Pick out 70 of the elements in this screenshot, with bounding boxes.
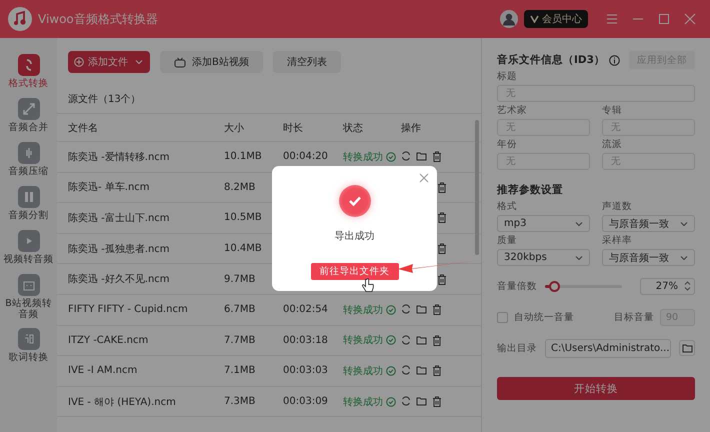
status-text: 转换成功 [343,334,383,348]
field-label: 艺术家 [497,104,528,117]
column-header: 状态 [343,122,364,134]
file-size: 10.5MB [224,212,263,224]
field-label: 采样率 [602,234,633,247]
file-name: ITZY -CAKE.ncm [68,334,150,346]
sidebar-item[interactable]: 音频合并 [2,98,56,134]
file-size: 6.7MB [224,304,256,316]
sidebar-item[interactable]: 格式转换 [2,54,56,90]
file-name: IVE -I AM.ncm [68,365,138,376]
file-name: IVE - 해야 (HEYA).ncm [68,396,177,409]
duration: 00:03:18 [283,334,329,346]
select-field[interactable]: 与原音频一致 [602,249,695,266]
status-text: 转换成功 [343,304,383,317]
select-field[interactable]: 与原音频一致 [602,215,695,232]
field-label: 声道数 [602,200,633,213]
select-field[interactable]: 320kbps [497,249,590,266]
file-size: 7.1MB [224,365,256,376]
start-convert-button[interactable]: 开始转换 [497,377,695,400]
status-text: 转换成功 [343,396,383,409]
auto-volume-label: 自动统一音量 [514,310,575,324]
column-header: 操作 [401,122,422,134]
sidebar-item[interactable]: 视频转音频 [2,230,56,266]
field-label: 格式 [497,200,518,213]
file-name: 陈奕迅 -孤独患者.ncm [68,242,171,256]
add-bilibili-button[interactable]: 添加B站视频 [160,51,263,73]
file-size: 7.7MB [224,334,256,346]
field-label: 流派 [602,138,623,151]
file-name: 陈奕迅 -好久不见.ncm [68,272,171,286]
column-header: 时长 [283,122,304,134]
file-name: FIFTY FIFTY - Cupid.ncm [68,304,189,316]
id3-title: 音乐文件信息（ID3） [497,53,605,67]
file-name: 陈奕迅- 单车.ncm [68,180,151,194]
settings-title: 推荐参数设置 [497,183,563,197]
file-size: 10.1MB [224,151,263,162]
window-title: Viwoo音频格式转换器 [38,10,159,28]
duration: 00:03:03 [283,365,329,376]
sidebar-item[interactable]: 歌词转换 [2,328,56,364]
volume-label: 音量倍数 [497,280,537,292]
field-label: 年份 [497,138,518,151]
duration: 00:04:20 [283,151,329,162]
clear-list-button[interactable]: 清空列表 [272,51,341,73]
add-file-button[interactable]: 添加文件 [68,51,150,73]
column-header: 文件名 [68,122,99,134]
output-dir-select[interactable]: C:\Users\Administrato... [545,338,671,358]
source-files-title: 源文件（13个） [68,92,141,106]
field-label: 专辑 [602,104,623,117]
success-message: 导出成功 [334,230,374,243]
sidebar-item[interactable]: 音频分割 [2,186,56,222]
open-export-folder-button[interactable]: 前往导出文件夹 [310,263,398,280]
file-size: 9.7MB [224,274,256,285]
duration: 00:03:09 [283,396,329,408]
output-dir-label: 输出目录 [497,342,537,354]
field-label: 质量 [497,234,518,247]
member-center-button[interactable]: 会员中心 [524,10,588,28]
file-size: 10.4MB [224,243,263,254]
sidebar-item[interactable]: B站视频转音频 [2,274,56,320]
status-text: 转换成功 [343,364,383,378]
sidebar-item[interactable]: 音频压缩 [2,142,56,178]
duration: 00:02:54 [283,304,329,316]
select-field[interactable]: mp3 [497,215,590,232]
file-size: 7.3MB [224,396,256,408]
file-name: 陈奕迅 -爱情转移.ncm [68,150,171,164]
file-size: 8.2MB [224,182,256,193]
status-text: 转换成功 [343,150,383,164]
file-name: 陈奕迅 -富士山下.ncm [68,212,171,225]
volume-spinner[interactable]: 27% [640,278,695,294]
column-header: 大小 [224,122,245,134]
field-label: 标题 [497,70,518,83]
target-volume-label: 目标音量 [614,310,654,324]
